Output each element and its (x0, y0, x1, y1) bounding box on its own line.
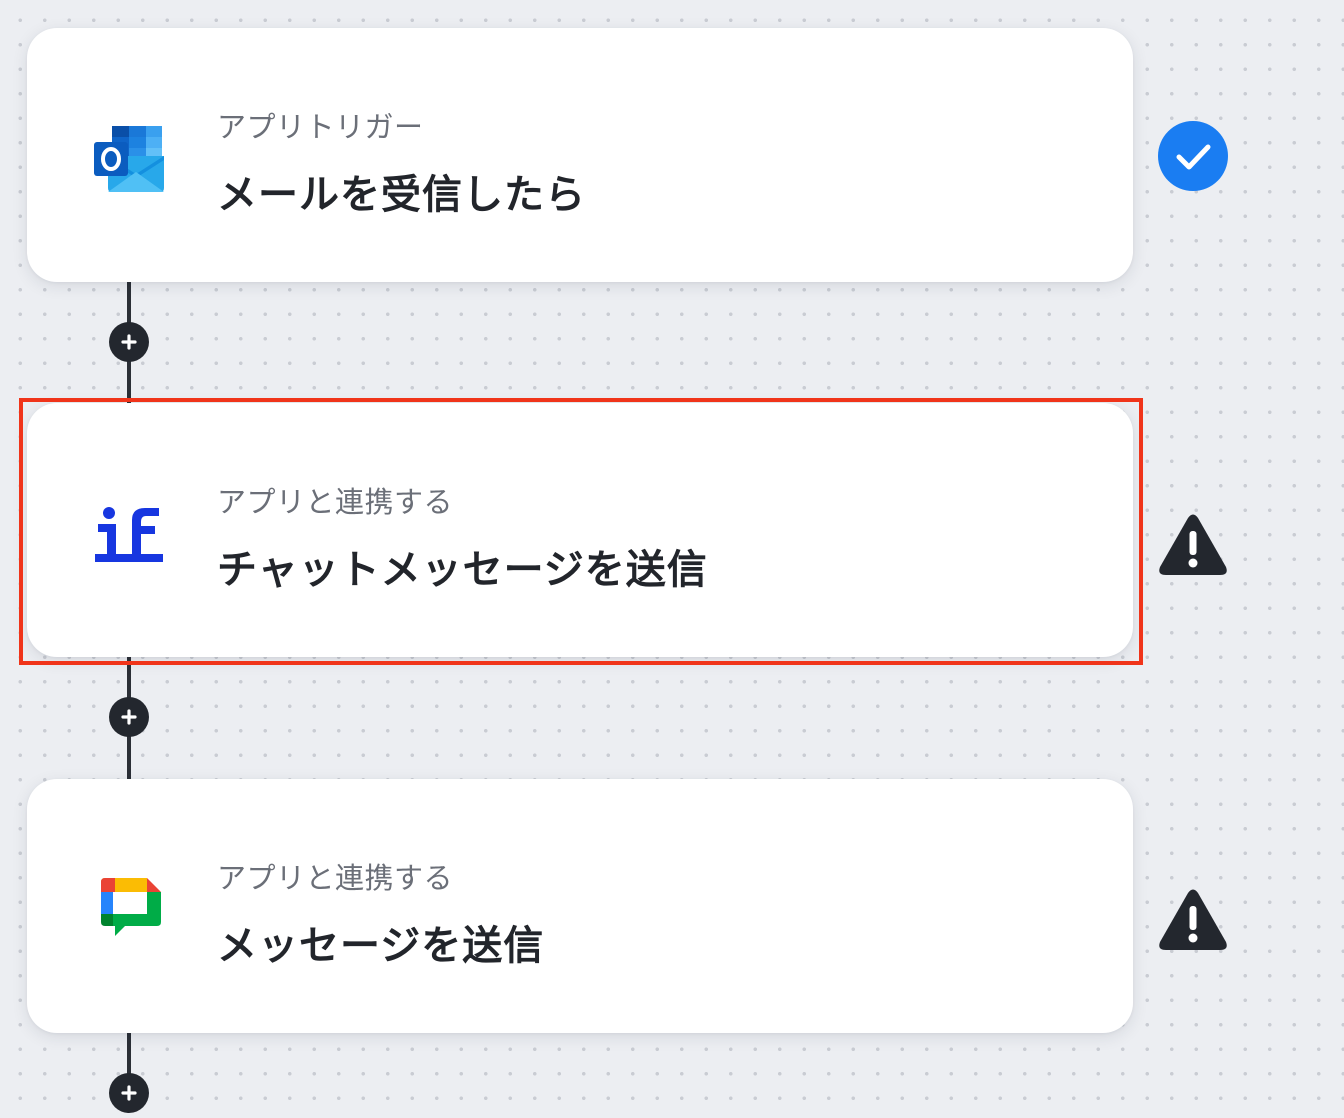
warning-triangle-icon (1157, 509, 1229, 581)
plus-icon (121, 334, 137, 350)
step-card-trigger[interactable]: アプリトリガー メールを受信したら (27, 28, 1133, 282)
outlook-icon (93, 122, 167, 196)
step-type-label: アプリと連携する (217, 861, 454, 895)
step-card-chat-message[interactable]: アプリと連携する チャットメッセージを送信 (27, 403, 1133, 657)
add-step-button[interactable] (109, 697, 149, 737)
add-step-button[interactable] (109, 322, 149, 362)
flow-canvas: アプリトリガー メールを受信したら アプリと連携する チャットメッセージを送信 (0, 0, 1344, 1118)
step-card-google-chat[interactable]: アプリと連携する メッセージを送信 (27, 779, 1133, 1033)
if-app-icon (93, 497, 167, 571)
warning-triangle-icon (1157, 884, 1229, 956)
step-title: メッセージを送信 (217, 923, 545, 969)
step-title: メールを受信したら (217, 172, 586, 218)
plus-icon (121, 1085, 137, 1101)
plus-icon (121, 709, 137, 725)
step-type-label: アプリと連携する (217, 485, 454, 519)
step-title: チャットメッセージを送信 (217, 547, 708, 593)
add-step-button[interactable] (109, 1073, 149, 1113)
google-chat-icon (93, 873, 167, 947)
step-type-label: アプリトリガー (217, 110, 424, 144)
check-circle-icon (1157, 120, 1229, 192)
